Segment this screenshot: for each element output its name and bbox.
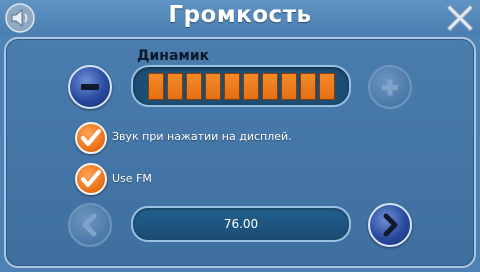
minus-icon [81, 84, 99, 90]
use-fm-label: Use FM [112, 172, 152, 185]
touch-sound-label: Звук при нажатии на дисплей. [112, 130, 292, 143]
volume-segment [186, 73, 202, 100]
volume-segment [205, 73, 221, 100]
chevron-right-icon [383, 213, 398, 237]
plus-icon [382, 79, 398, 96]
speaker-volume-label: Динамик [137, 48, 210, 64]
page-title: Громкость [168, 2, 312, 28]
previous-frequency-button[interactable] [68, 203, 112, 247]
volume-segment [167, 73, 183, 100]
frequency-value: 76.00 [223, 217, 259, 231]
volume-segment [262, 73, 278, 100]
next-frequency-button[interactable] [368, 203, 412, 247]
touch-sound-checkbox[interactable] [75, 122, 107, 154]
frequency-display: 76.00 [131, 206, 351, 242]
volume-segment [148, 73, 164, 100]
decrease-volume-button[interactable] [68, 65, 112, 109]
checkmark-icon [81, 129, 101, 146]
use-fm-checkbox[interactable] [75, 163, 107, 195]
checkmark-icon [81, 170, 101, 187]
volume-segment [243, 73, 259, 100]
volume-segment [224, 73, 240, 100]
volume-segment [281, 73, 297, 100]
increase-volume-button[interactable] [368, 65, 412, 109]
volume-segment [319, 73, 335, 100]
volume-level-bar[interactable] [131, 65, 351, 107]
chevron-left-icon [82, 213, 97, 237]
close-icon[interactable] [444, 2, 476, 34]
volume-segment [300, 73, 316, 100]
